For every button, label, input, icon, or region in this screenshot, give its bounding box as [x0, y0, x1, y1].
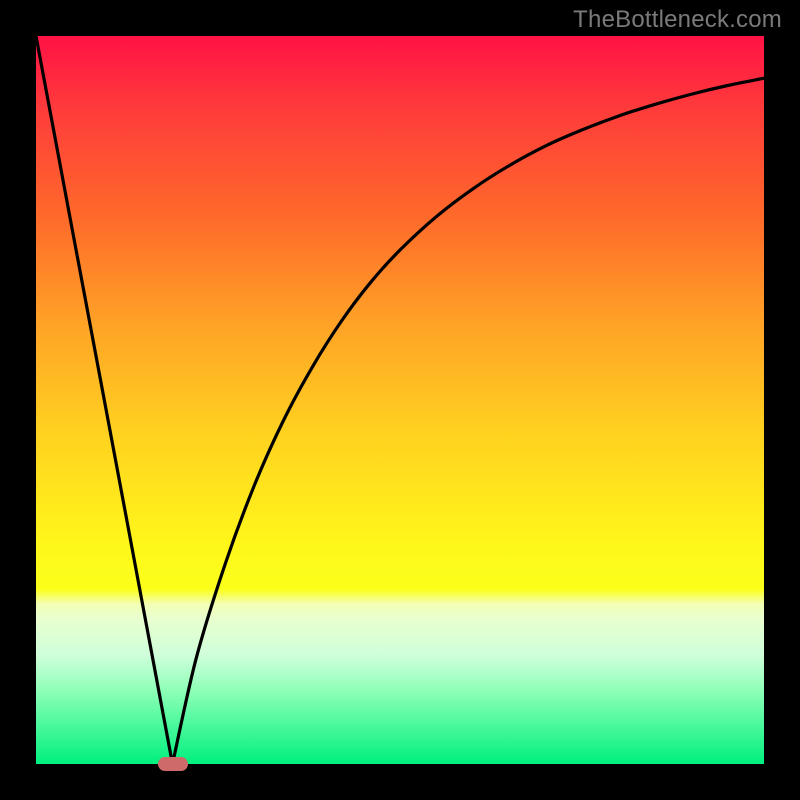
chart-frame: TheBottleneck.com	[0, 0, 800, 800]
series-left-branch	[36, 36, 173, 764]
min-marker	[158, 757, 188, 771]
plot-area	[36, 36, 764, 764]
attribution-text: TheBottleneck.com	[573, 6, 782, 34]
curve-layer	[36, 36, 764, 764]
series-right-branch	[173, 78, 765, 764]
